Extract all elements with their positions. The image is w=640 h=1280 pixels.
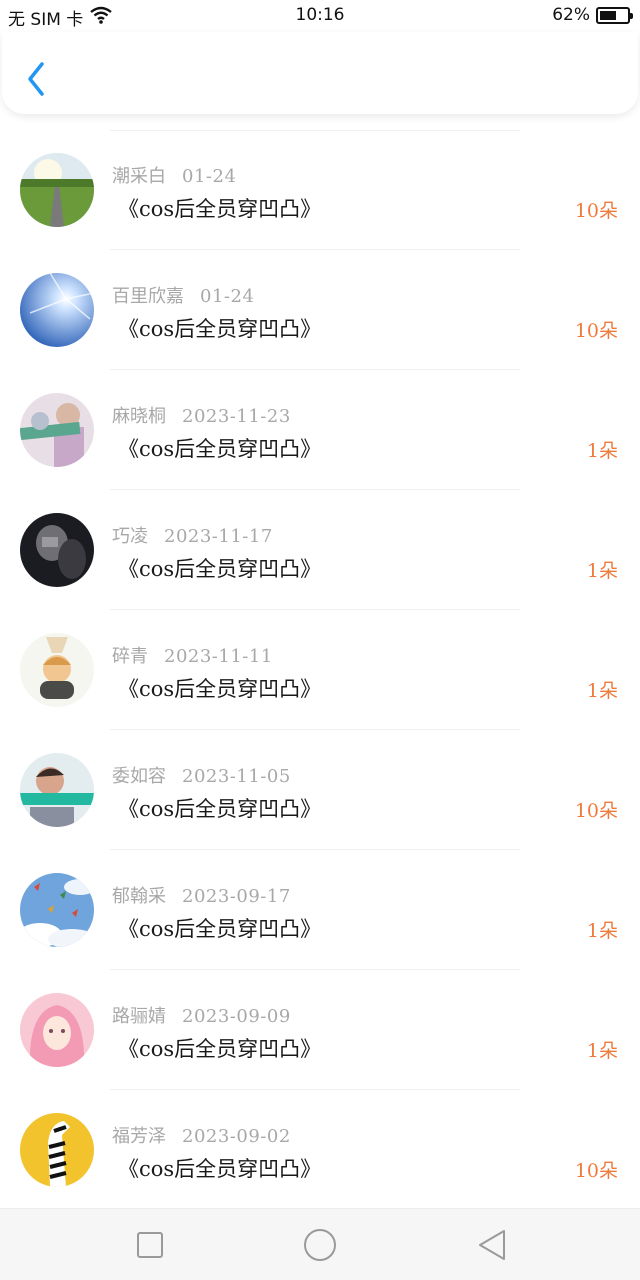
avatar[interactable] xyxy=(20,513,94,587)
sender-line: 福芳泽 2023-09-02 xyxy=(112,1122,291,1148)
status-right: 62% xyxy=(552,5,633,25)
battery-icon xyxy=(596,6,633,24)
gift-count: 1朵 xyxy=(586,1040,618,1062)
avatar[interactable] xyxy=(20,153,94,227)
gift-count: 1朵 xyxy=(586,920,618,942)
list-item[interactable]: 郁翰采 2023-09-17 《cos后全员穿凹凸》 1朵 xyxy=(0,850,640,970)
back-nav-button[interactable] xyxy=(474,1227,510,1263)
sender-line: 碎青 2023-11-11 xyxy=(112,642,273,668)
gift-count: 10朵 xyxy=(574,320,618,342)
send-date: 01-24 xyxy=(182,166,237,187)
sender-name: 福芳泽 xyxy=(112,1126,166,1147)
work-title: 《cos后全员穿凹凸》 xyxy=(118,557,322,581)
sender-line: 百里欣嘉 01-24 xyxy=(112,282,254,308)
list-item[interactable]: 碎青 2023-11-11 《cos后全员穿凹凸》 1朵 xyxy=(0,610,640,730)
sender-name: 巧凌 xyxy=(112,526,148,547)
sender-name: 郁翰采 xyxy=(112,886,166,907)
work-title: 《cos后全员穿凹凸》 xyxy=(118,917,322,941)
recent-apps-button[interactable] xyxy=(132,1227,168,1263)
triangle-back-icon xyxy=(479,1230,505,1260)
sender-line: 路骊婧 2023-09-09 xyxy=(112,1002,291,1028)
send-date: 2023-11-23 xyxy=(182,406,291,427)
home-button[interactable] xyxy=(300,1225,340,1265)
send-date: 2023-09-09 xyxy=(182,1006,291,1027)
header xyxy=(2,32,638,114)
list-item[interactable]: 委如容 2023-11-05 《cos后全员穿凹凸》 10朵 xyxy=(0,730,640,850)
send-date: 2023-11-05 xyxy=(182,766,291,787)
sender-name: 麻晓桐 xyxy=(112,406,166,427)
gift-count: 1朵 xyxy=(586,680,618,702)
sender-name: 路骊婧 xyxy=(112,1006,166,1027)
system-navigation-bar xyxy=(0,1208,640,1280)
avatar[interactable] xyxy=(20,873,94,947)
status-time: 10:16 xyxy=(295,5,345,25)
avatar[interactable] xyxy=(20,1113,94,1187)
gift-count: 10朵 xyxy=(574,800,618,822)
sender-name: 潮采白 xyxy=(112,166,166,187)
sender-line: 委如容 2023-11-05 xyxy=(112,762,291,788)
list-item[interactable]: 麻晓桐 2023-11-23 《cos后全员穿凹凸》 1朵 xyxy=(0,370,640,490)
battery-percent: 62% xyxy=(552,5,590,25)
work-title: 《cos后全员穿凹凸》 xyxy=(118,197,322,221)
list-item[interactable]: 潮采白 01-24 《cos后全员穿凹凸》 10朵 xyxy=(0,130,640,250)
sender-name: 委如容 xyxy=(112,766,166,787)
back-button[interactable] xyxy=(22,60,52,100)
work-title: 《cos后全员穿凹凸》 xyxy=(118,1037,322,1061)
gift-count: 10朵 xyxy=(574,1160,618,1182)
list-item[interactable]: 百里欣嘉 01-24 《cos后全员穿凹凸》 10朵 xyxy=(0,250,640,370)
gift-count: 1朵 xyxy=(586,440,618,462)
sender-line: 巧凌 2023-11-17 xyxy=(112,522,273,548)
status-bar: 无 SIM 卡 10:16 62% xyxy=(0,0,640,32)
work-title: 《cos后全员穿凹凸》 xyxy=(118,1157,322,1181)
avatar[interactable] xyxy=(20,633,94,707)
send-date: 2023-11-17 xyxy=(164,526,273,547)
work-title: 《cos后全员穿凹凸》 xyxy=(118,797,322,821)
sender-name: 碎青 xyxy=(112,646,148,667)
chevron-left-icon xyxy=(28,62,44,96)
square-icon xyxy=(137,1232,163,1258)
send-date: 2023-11-11 xyxy=(164,646,273,667)
avatar[interactable] xyxy=(20,273,94,347)
gift-count: 10朵 xyxy=(574,200,618,222)
work-title: 《cos后全员穿凹凸》 xyxy=(118,437,322,461)
list-item[interactable]: 福芳泽 2023-09-02 《cos后全员穿凹凸》 10朵 xyxy=(0,1090,640,1210)
avatar[interactable] xyxy=(20,393,94,467)
sender-line: 潮采白 01-24 xyxy=(112,162,236,188)
work-title: 《cos后全员穿凹凸》 xyxy=(118,317,322,341)
sender-line: 麻晓桐 2023-11-23 xyxy=(112,402,291,428)
avatar[interactable] xyxy=(20,753,94,827)
list-item[interactable]: 巧凌 2023-11-17 《cos后全员穿凹凸》 1朵 xyxy=(0,490,640,610)
send-date: 2023-09-02 xyxy=(182,1126,291,1147)
list-item[interactable]: 路骊婧 2023-09-09 《cos后全员穿凹凸》 1朵 xyxy=(0,970,640,1090)
work-title: 《cos后全员穿凹凸》 xyxy=(118,677,322,701)
send-date: 01-24 xyxy=(200,286,255,307)
send-date: 2023-09-17 xyxy=(182,886,291,907)
sender-line: 郁翰采 2023-09-17 xyxy=(112,882,291,908)
gift-count: 1朵 xyxy=(586,560,618,582)
sender-name: 百里欣嘉 xyxy=(112,286,184,307)
avatar[interactable] xyxy=(20,993,94,1067)
circle-icon xyxy=(304,1229,336,1261)
